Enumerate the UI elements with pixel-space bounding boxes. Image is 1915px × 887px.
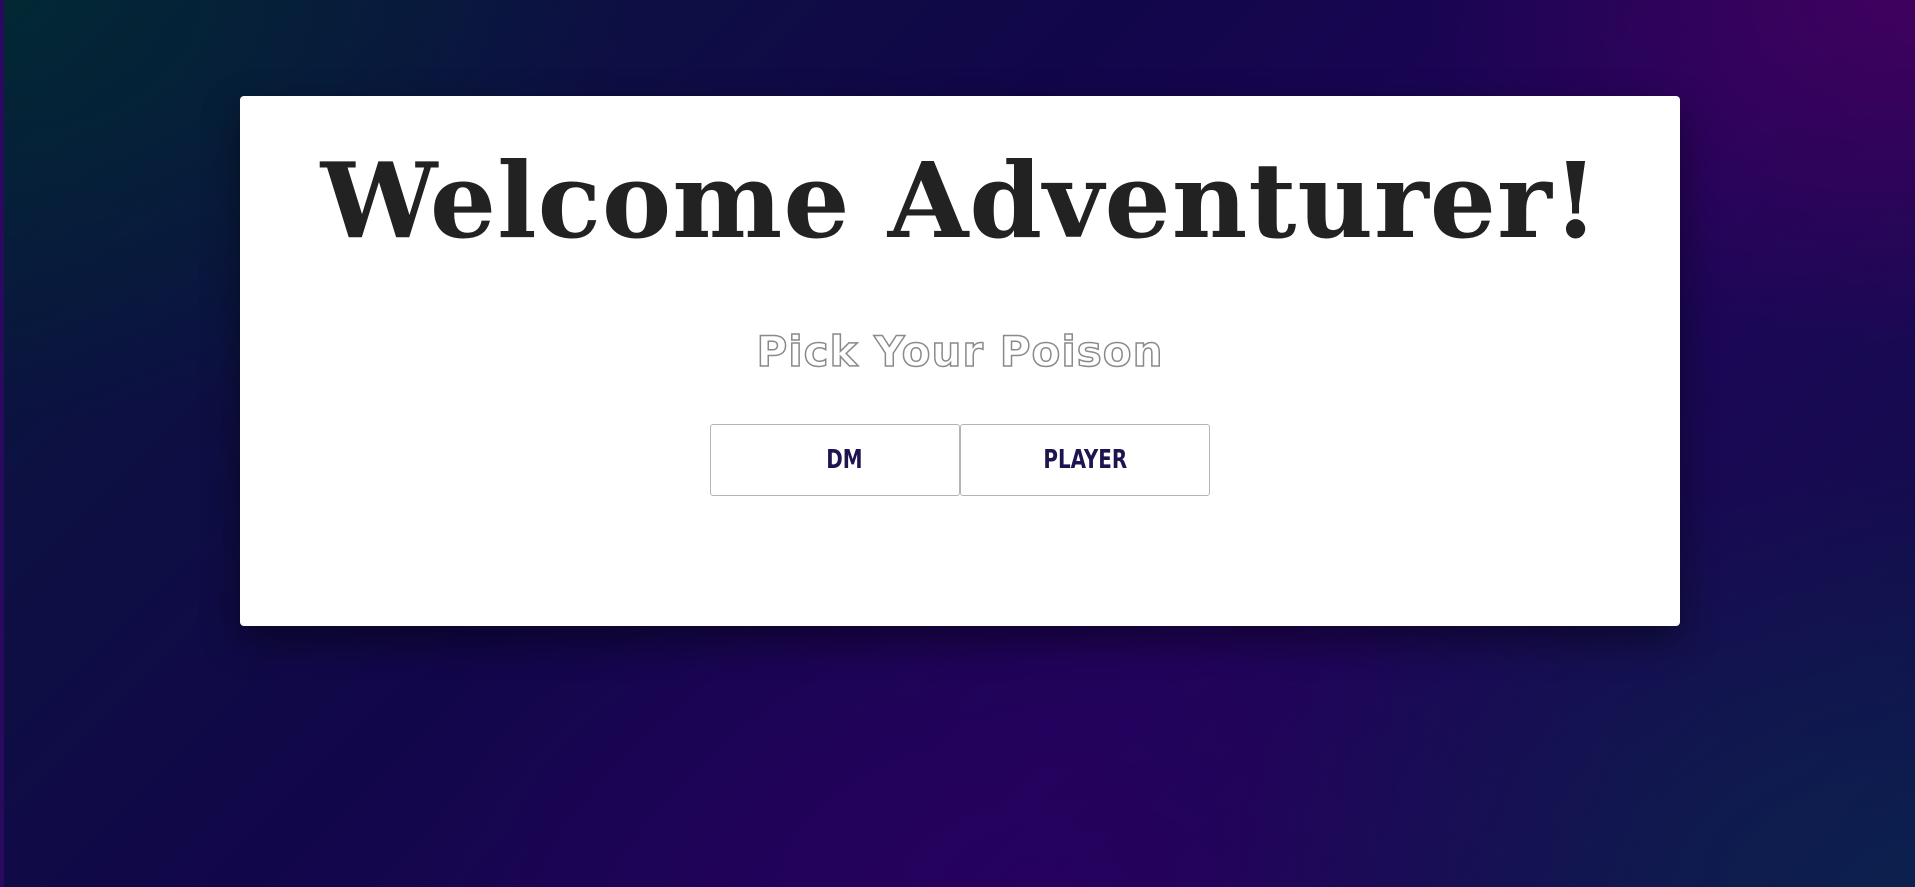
page-edge (0, 0, 4, 887)
player-button-label: PLAYER (1043, 445, 1127, 475)
dm-button-label: DM (825, 445, 863, 475)
welcome-title: Welcome Adventurer! (320, 139, 1600, 262)
player-button[interactable]: PLAYER (960, 424, 1210, 496)
welcome-card: Welcome Adventurer! Pick Your Poison DM … (240, 96, 1680, 626)
role-button-group: DM PLAYER (710, 424, 1210, 496)
pick-role-subtitle: Pick Your Poison (756, 326, 1164, 377)
dm-button[interactable]: DM (710, 424, 960, 496)
